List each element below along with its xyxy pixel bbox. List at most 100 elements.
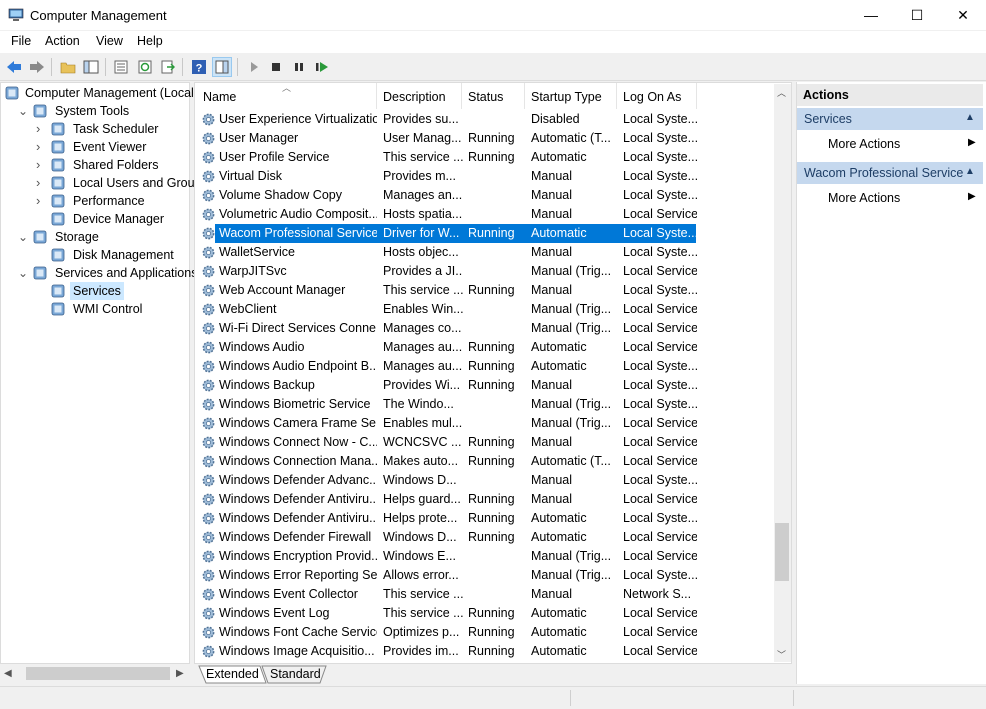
window-title: Computer Management (30, 8, 167, 23)
actions-section-selected-service[interactable]: Wacom Professional Service (797, 162, 983, 184)
export-list-icon[interactable] (158, 57, 178, 77)
tree-item[interactable]: › Performance (0, 192, 188, 210)
submenu-arrow-icon: ▶ (968, 137, 976, 148)
tree-horizontal-scrollbar[interactable]: ◀ ▶ (0, 664, 190, 684)
back-icon[interactable] (4, 57, 24, 77)
scroll-right-icon[interactable]: ▶ (176, 668, 184, 679)
service-row[interactable]: Windows Defender Antiviru... Helps prote.… (195, 509, 697, 528)
service-row[interactable]: Windows Error Reporting Se... Allows erro… (195, 566, 697, 585)
maximize-button[interactable]: ☐ (894, 0, 940, 30)
service-row[interactable]: Windows Audio Endpoint B... Manages au...… (195, 357, 697, 376)
service-row[interactable]: WarpJITSvc Provides a JI... Manual (Trig..… (195, 262, 697, 281)
tree-item[interactable]: Services (0, 282, 188, 300)
menu-help[interactable]: Help (137, 34, 163, 48)
service-name-cell: Web Account Manager (219, 283, 346, 297)
status-divider (570, 690, 571, 706)
menu-view[interactable]: View (96, 34, 123, 48)
stop-service-icon[interactable] (266, 57, 286, 77)
tree-item[interactable]: ⌄ System Tools (0, 102, 188, 120)
collapse-arrow-icon[interactable]: › (36, 174, 46, 192)
column-header-startup-type[interactable]: Startup Type (525, 83, 617, 109)
toolbar-separator (237, 58, 238, 76)
properties-icon[interactable] (111, 57, 131, 77)
service-row[interactable]: Windows Audio Manages au... Running Automat… (195, 338, 697, 357)
service-row[interactable]: Wi-Fi Direct Services Conne... Manages co… (195, 319, 697, 338)
actions-section-services[interactable]: Services (797, 108, 983, 130)
collapse-section-icon[interactable]: ▲ (965, 112, 975, 123)
close-button[interactable]: ✕ (940, 0, 986, 30)
tab-standard[interactable]: Standard (264, 666, 327, 683)
collapse-arrow-icon[interactable]: › (36, 156, 46, 174)
column-header-description[interactable]: Description (377, 83, 462, 109)
tree-item[interactable]: Computer Management (Local) (0, 84, 198, 102)
forward-icon[interactable] (27, 57, 47, 77)
service-status-cell: Running (468, 435, 515, 449)
menu-action[interactable]: Action (45, 34, 80, 48)
service-row[interactable]: Windows Biometric Service The Windo... Man… (195, 395, 697, 414)
service-logon-cell: Local Service (623, 264, 697, 278)
service-row[interactable]: WalletService Hosts objec... Manual Local S… (195, 243, 697, 262)
pause-service-icon[interactable] (289, 57, 309, 77)
service-row[interactable]: User Experience Virtualizatio... Provides… (195, 110, 697, 129)
tree-item[interactable]: ⌄ Services and Applications (0, 264, 197, 282)
show-action-pane-icon[interactable] (212, 57, 232, 77)
collapse-arrow-icon[interactable]: › (36, 120, 46, 138)
column-header-status[interactable]: Status (462, 83, 525, 109)
service-row[interactable]: Volumetric Audio Composit... Hosts spatia… (195, 205, 697, 224)
more-actions-services[interactable]: More Actions (828, 137, 900, 151)
collapse-arrow-icon[interactable]: › (36, 138, 46, 156)
service-row[interactable]: Windows Defender Antiviru... Helps guard.… (195, 490, 697, 509)
service-row[interactable]: Windows Event Collector This service ... M… (195, 585, 695, 604)
service-desc-cell: Driver for W... (383, 226, 460, 240)
service-row[interactable]: Windows Encryption Provid... Windows E...… (195, 547, 697, 566)
service-logon-cell: Local Service (623, 454, 697, 468)
service-row[interactable]: Wacom Professional Service Driver for W..… (195, 224, 697, 243)
tab-extended[interactable]: Extended (200, 666, 265, 683)
scroll-down-icon[interactable]: ﹀ (777, 648, 786, 661)
restart-service-icon[interactable] (312, 57, 332, 77)
service-row[interactable]: Virtual Disk Provides m... Manual Local Sys… (195, 167, 697, 186)
tree-item[interactable]: › Event Viewer (0, 138, 188, 156)
tree-item[interactable]: › Local Users and Groups (0, 174, 208, 192)
list-scroll-thumb[interactable] (775, 523, 789, 581)
tree-item[interactable]: Device Manager (0, 210, 188, 228)
service-row[interactable]: Windows Connect Now - C... WCNCSVC ... Run… (195, 433, 697, 452)
scroll-up-icon[interactable]: ︿ (777, 86, 786, 99)
service-gear-icon (202, 588, 215, 601)
service-row[interactable]: User Manager User Manag... Running Automati… (195, 129, 697, 148)
service-row[interactable]: Windows Defender Advanc... Windows D... Ma… (195, 471, 697, 490)
refresh-icon[interactable] (135, 57, 155, 77)
service-name-cell: Windows Defender Advanc... (219, 473, 377, 487)
tree-scroll-thumb[interactable] (26, 667, 170, 680)
service-row[interactable]: Windows Event Log This service ... Running… (195, 604, 697, 623)
service-row[interactable]: Windows Connection Mana... Makes auto... R… (195, 452, 697, 471)
tree-item[interactable]: ⌄ Storage (0, 228, 188, 246)
tree-item[interactable]: › Task Scheduler (0, 120, 188, 138)
menu-file[interactable]: File (11, 34, 31, 48)
service-row[interactable]: Windows Defender Firewall Windows D... Run… (195, 528, 697, 547)
expand-arrow-icon[interactable]: ⌄ (18, 264, 28, 282)
service-row[interactable]: Web Account Manager This service ... Runni… (195, 281, 697, 300)
minimize-button[interactable]: — (848, 0, 894, 30)
scroll-left-icon[interactable]: ◀ (4, 668, 12, 679)
help-icon[interactable]: ? (189, 57, 209, 77)
expand-arrow-icon[interactable]: ⌄ (18, 228, 28, 246)
service-row[interactable]: User Profile Service This service ... Runn… (195, 148, 697, 167)
service-row[interactable]: Volume Shadow Copy Manages an... Manual Loc… (195, 186, 697, 205)
start-service-icon[interactable] (244, 57, 264, 77)
service-row[interactable]: Windows Image Acquisitio... Provides im..… (195, 642, 697, 661)
service-row[interactable]: Windows Backup Provides Wi... Running Manua… (195, 376, 697, 395)
column-header-log-on-as[interactable]: Log On As (617, 83, 697, 109)
more-actions-selected-service[interactable]: More Actions (828, 191, 900, 205)
tree-item[interactable]: Disk Management (0, 246, 188, 264)
collapse-arrow-icon[interactable]: › (36, 192, 46, 210)
tree-item[interactable]: › Shared Folders (0, 156, 188, 174)
service-row[interactable]: WebClient Enables Win... Manual (Trig... Lo… (195, 300, 697, 319)
service-row[interactable]: Windows Font Cache Service Optimizes p...… (195, 623, 697, 642)
collapse-section-icon[interactable]: ▲ (965, 166, 975, 177)
expand-arrow-icon[interactable]: ⌄ (18, 102, 28, 120)
up-folder-icon[interactable] (58, 57, 78, 77)
show-hide-tree-icon[interactable] (81, 57, 101, 77)
tree-item[interactable]: WMI Control (0, 300, 188, 318)
service-row[interactable]: Windows Camera Frame Se... Enables mul...… (195, 414, 697, 433)
